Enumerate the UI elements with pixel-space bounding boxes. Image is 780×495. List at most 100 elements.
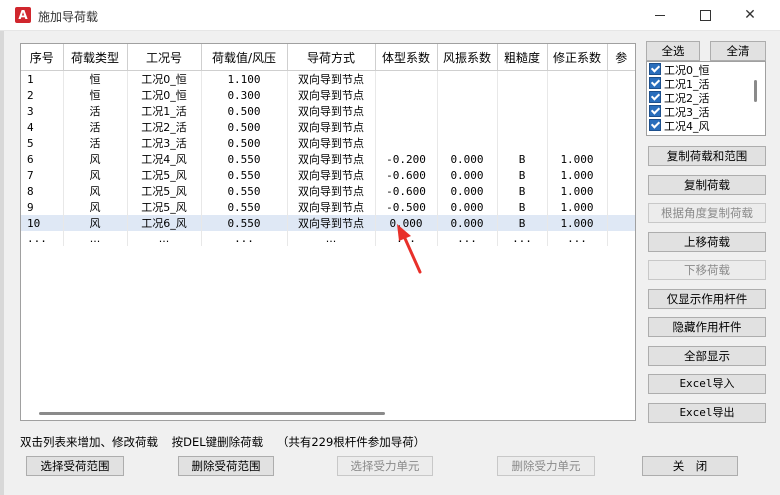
table-cell: 0.000 bbox=[437, 215, 498, 231]
delete-range-button[interactable]: 删除受荷范围 bbox=[178, 456, 274, 476]
case-checklist[interactable]: 工况0_恒 工况1_活 工况2_活 工况3_活 工况4_风 bbox=[646, 61, 766, 136]
col-header-wind-vib-coef[interactable]: 风振系数 bbox=[437, 44, 498, 71]
table-row[interactable]: 2 恒工况0_恒 0.300 双向导到节点 bbox=[21, 87, 635, 103]
case-item[interactable]: 工况0_恒 bbox=[649, 63, 753, 77]
col-header-case[interactable]: 工况号 bbox=[127, 44, 202, 71]
checkbox-checked-icon[interactable] bbox=[649, 91, 661, 103]
table-cell bbox=[607, 103, 635, 119]
hint-delete-text: 按DEL键删除荷载 bbox=[171, 435, 264, 449]
copy-load-button[interactable]: 复制荷载 bbox=[648, 175, 766, 195]
table-cell: ... bbox=[201, 231, 288, 246]
table-cell: B bbox=[497, 215, 548, 231]
col-header-correction[interactable]: 修正系数 bbox=[547, 44, 608, 71]
col-header-load-type[interactable]: 荷载类型 bbox=[63, 44, 128, 71]
autocad-icon: A bbox=[15, 7, 31, 23]
case-item[interactable]: 工况4_风 bbox=[649, 119, 753, 133]
close-icon[interactable]: ✕ bbox=[738, 4, 762, 26]
table-cell: 双向导到节点 bbox=[287, 151, 376, 167]
col-header-shape-coef[interactable]: 体型系数 bbox=[375, 44, 438, 71]
table-cell bbox=[375, 70, 438, 87]
close-button[interactable]: 关 闭 bbox=[642, 456, 738, 476]
checkbox-checked-icon[interactable] bbox=[649, 63, 661, 75]
select-all-button[interactable]: 全选 bbox=[646, 41, 700, 61]
table-cell: 双向导到节点 bbox=[287, 199, 376, 215]
show-all-button[interactable]: 全部显示 bbox=[648, 346, 766, 366]
checkbox-checked-icon[interactable] bbox=[649, 77, 661, 89]
table-cell bbox=[547, 103, 608, 119]
table-row[interactable]: 3 活工况1_活 0.500 双向导到节点 bbox=[21, 103, 635, 119]
table-cell: 0.000 bbox=[437, 183, 498, 199]
table-row[interactable]: 4 活工况2_活 0.500 双向导到节点 bbox=[21, 119, 635, 135]
table-row[interactable]: 1 恒工况0_恒 1.100 双向导到节点 bbox=[21, 70, 635, 87]
excel-export-button[interactable]: Excel导出 bbox=[648, 403, 766, 423]
hide-active-button[interactable]: 隐藏作用杆件 bbox=[648, 317, 766, 337]
col-header-roughness[interactable]: 粗糙度 bbox=[497, 44, 548, 71]
table-cell bbox=[375, 135, 438, 151]
table-cell bbox=[497, 135, 548, 151]
move-down-button[interactable]: 下移荷载 bbox=[648, 260, 766, 280]
table-cell: 0.000 bbox=[437, 151, 498, 167]
horizontal-scrollbar[interactable] bbox=[39, 412, 385, 415]
table-cell: ... bbox=[127, 231, 202, 246]
table-cell: B bbox=[497, 151, 548, 167]
copy-load-range-button[interactable]: 复制荷载和范围 bbox=[648, 146, 766, 166]
vertical-scrollbar[interactable] bbox=[754, 80, 757, 102]
table-cell: 8 bbox=[21, 183, 64, 199]
table-cell: ... bbox=[547, 231, 608, 246]
table-cell: ... bbox=[437, 231, 498, 246]
copy-by-angle-button[interactable]: 根据角度复制荷载 bbox=[648, 203, 766, 223]
table-cell: 0.000 bbox=[437, 167, 498, 183]
case-item[interactable]: 工况2_活 bbox=[649, 91, 753, 105]
table-row[interactable]: 8 风工况5_风 0.550 双向导到节点 -0.600 0.000 B 1.000 bbox=[21, 183, 635, 199]
table-row[interactable]: 6 风工况4_风 0.550 双向导到节点 -0.200 0.000 B 1.000 bbox=[21, 151, 635, 167]
checkbox-checked-icon[interactable] bbox=[649, 105, 661, 117]
checkbox-checked-icon[interactable] bbox=[649, 119, 661, 131]
table-cell: 0.500 bbox=[201, 135, 288, 151]
table-row[interactable]: 10 风工况6_风 0.550 双向导到节点 0.000 0.000 B 1.000 bbox=[21, 215, 635, 231]
case-item-label: 工况3_活 bbox=[664, 106, 710, 119]
table-cell: 3 bbox=[21, 103, 64, 119]
delete-element-button[interactable]: 删除受力单元 bbox=[497, 456, 595, 476]
table-cell: 0.500 bbox=[201, 119, 288, 135]
table-cell bbox=[607, 199, 635, 215]
table-row[interactable]: ........................... bbox=[21, 231, 635, 246]
table-cell: 4 bbox=[21, 119, 64, 135]
select-range-button[interactable]: 选择受荷范围 bbox=[26, 456, 124, 476]
table-cell bbox=[607, 87, 635, 103]
table-cell: 1.000 bbox=[547, 215, 608, 231]
excel-import-button[interactable]: Excel导入 bbox=[648, 374, 766, 394]
show-active-only-button[interactable]: 仅显示作用杆件 bbox=[648, 289, 766, 309]
table-cell: 工况5_风 bbox=[127, 183, 202, 199]
table-cell: 6 bbox=[21, 151, 64, 167]
table-cell: ... bbox=[497, 231, 548, 246]
col-header-transfer-mode[interactable]: 导荷方式 bbox=[287, 44, 376, 71]
select-element-button[interactable]: 选择受力单元 bbox=[337, 456, 433, 476]
title-bar: A 施加导荷载 ✕ bbox=[0, 0, 780, 31]
table-cell bbox=[375, 119, 438, 135]
window-title: 施加导荷载 bbox=[38, 10, 99, 24]
table-cell: 1.100 bbox=[201, 70, 288, 87]
col-header-load-value[interactable]: 荷载值/风压 bbox=[201, 44, 288, 71]
case-item[interactable]: 工况1_活 bbox=[649, 77, 753, 91]
table-cell: 2 bbox=[21, 87, 64, 103]
load-grid: 序号 荷载类型 工况号 荷载值/风压 导荷方式 体型系数 风振系数 粗糙度 修正… bbox=[21, 44, 635, 246]
table-cell: 1.000 bbox=[547, 151, 608, 167]
move-up-button[interactable]: 上移荷载 bbox=[648, 232, 766, 252]
table-cell: 1.000 bbox=[547, 167, 608, 183]
table-row[interactable]: 7 风工况5_风 0.550 双向导到节点 -0.600 0.000 B 1.000 bbox=[21, 167, 635, 183]
minimize-icon[interactable] bbox=[648, 4, 672, 26]
table-cell: 双向导到节点 bbox=[287, 215, 376, 231]
maximize-icon[interactable] bbox=[693, 4, 717, 26]
table-cell bbox=[497, 70, 548, 87]
case-item-label: 工况1_活 bbox=[664, 78, 710, 91]
col-header-param[interactable]: 参 bbox=[607, 44, 635, 71]
load-table[interactable]: 序号 荷载类型 工况号 荷载值/风压 导荷方式 体型系数 风振系数 粗糙度 修正… bbox=[20, 43, 636, 421]
table-row[interactable]: 5 活工况3_活 0.500 双向导到节点 bbox=[21, 135, 635, 151]
table-cell bbox=[547, 87, 608, 103]
table-row[interactable]: 9 风工况5_风 0.550 双向导到节点 -0.500 0.000 B 1.000 bbox=[21, 199, 635, 215]
table-cell: 双向导到节点 bbox=[287, 135, 376, 151]
case-item[interactable]: 工况3_活 bbox=[649, 105, 753, 119]
clear-all-button[interactable]: 全清 bbox=[710, 41, 766, 61]
col-header-index[interactable]: 序号 bbox=[21, 44, 64, 71]
table-cell: 恒 bbox=[63, 87, 128, 103]
